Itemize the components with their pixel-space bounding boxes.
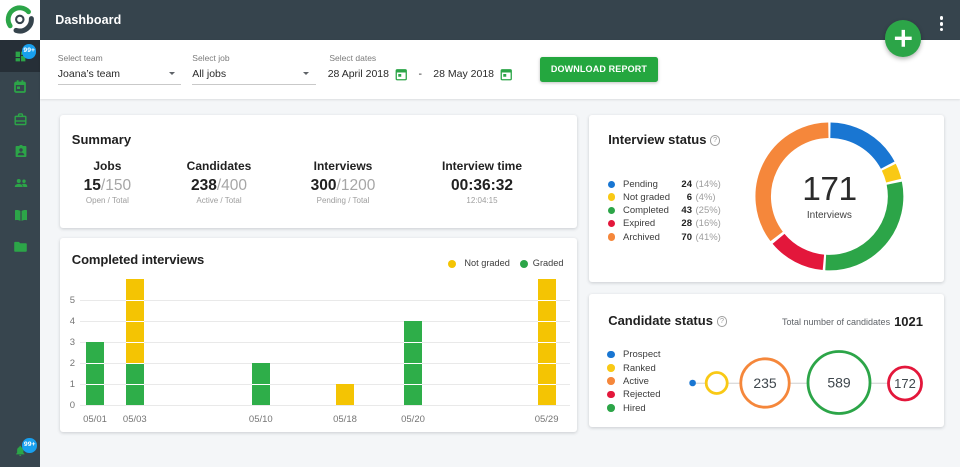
svg-text:235: 235 <box>753 375 777 391</box>
svg-text:172: 172 <box>894 376 916 391</box>
svg-text:589: 589 <box>827 375 851 391</box>
